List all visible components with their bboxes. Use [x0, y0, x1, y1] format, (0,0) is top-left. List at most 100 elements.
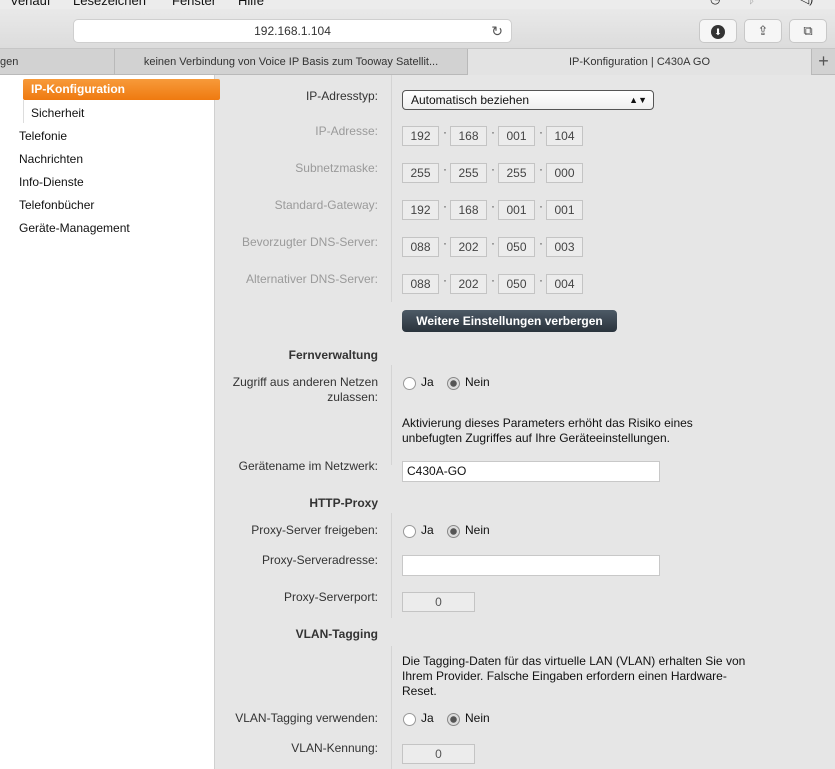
- dns2-octet-1: 088: [402, 274, 439, 294]
- tab-1[interactable]: gen: [0, 49, 115, 75]
- dns1-octet-1: 088: [402, 237, 439, 257]
- proxy-address-input[interactable]: [402, 555, 660, 576]
- nav-group-line: [23, 100, 24, 123]
- tab-bar: gen keinen Verbindung von Voice IP Basis…: [0, 49, 835, 75]
- sidebar-item-geraete-management[interactable]: Geräte-Management: [19, 221, 130, 235]
- ip-separator: ·: [539, 199, 543, 213]
- ip-address-octet-2: 168: [450, 126, 487, 146]
- page: IP-Konfiguration Sicherheit Telefonie Na…: [0, 75, 835, 769]
- ip-separator: ·: [491, 199, 495, 213]
- ip-separator: ·: [443, 236, 447, 250]
- proxy-enable-label: Proxy-Server freigeben:: [251, 523, 378, 537]
- reload-icon[interactable]: ↻: [491, 20, 503, 42]
- sidebar-item-telefonbuecher[interactable]: Telefonbücher: [19, 198, 94, 212]
- vlan-id-input[interactable]: 0: [402, 744, 475, 764]
- ip-separator: ·: [539, 125, 543, 139]
- proxy-port-label: Proxy-Serverport:: [283, 590, 378, 604]
- subnet-octet-3: 255: [498, 163, 535, 183]
- ip-separator: ·: [491, 125, 495, 139]
- dns1-octet-3: 050: [498, 237, 535, 257]
- ip-address-octet-3: 001: [498, 126, 535, 146]
- section-vlan-tagging: VLAN-Tagging: [295, 627, 378, 641]
- address-text: 192.168.1.104: [254, 24, 331, 38]
- sidebar-item-ip-konfiguration[interactable]: IP-Konfiguration: [23, 79, 220, 100]
- ip-type-value: Automatisch beziehen: [411, 93, 530, 107]
- section-http-proxy: HTTP-Proxy: [309, 496, 378, 510]
- device-name-label: Gerätename im Netzwerk:: [238, 459, 378, 473]
- proxy-address-label: Proxy-Serveradresse:: [261, 553, 378, 567]
- wifi-icon[interactable]: ◠: [770, 0, 780, 6]
- show-tabs-button[interactable]: ⧉: [789, 19, 827, 43]
- share-button[interactable]: ⇪: [744, 19, 782, 43]
- sidebar-item-info-dienste[interactable]: Info-Dienste: [19, 175, 84, 189]
- address-bar[interactable]: 192.168.1.104 ↻: [73, 19, 512, 43]
- gateway-label: Standard-Gateway:: [274, 198, 378, 212]
- time-machine-icon[interactable]: ◷: [710, 0, 720, 6]
- sidebar: IP-Konfiguration Sicherheit Telefonie Na…: [0, 75, 220, 769]
- proxy-yes-radio[interactable]: [403, 525, 416, 538]
- ip-separator: ·: [539, 162, 543, 176]
- proxy-no-radio[interactable]: [447, 525, 460, 538]
- download-icon: ⬇: [711, 24, 725, 39]
- device-name-input[interactable]: C430A-GO: [402, 461, 660, 482]
- dns2-octet-2: 202: [450, 274, 487, 294]
- proxy-yes-label: Ja: [421, 523, 434, 537]
- remote-access-note: Aktivierung dieses Parameters erhöht das…: [402, 416, 693, 445]
- vlan-yes-radio[interactable]: [403, 713, 416, 726]
- tabs-overview-icon: ⧉: [803, 23, 813, 38]
- dns2-octet-4: 004: [546, 274, 583, 294]
- dns1-label: Bevorzugter DNS-Server:: [241, 235, 378, 249]
- proxy-port-input[interactable]: 0: [402, 592, 475, 612]
- dns1-octet-4: 003: [546, 237, 583, 257]
- browser-toolbar: 192.168.1.104 ↻ ⬇ ⇪ ⧉: [0, 9, 835, 49]
- remote-access-yes-radio[interactable]: [403, 377, 416, 390]
- menu-lesezeichen[interactable]: Lesezeichen: [73, 0, 146, 8]
- ip-separator: ·: [539, 273, 543, 287]
- vlan-id-label: VLAN-Kennung:: [291, 741, 378, 755]
- remote-access-no-radio[interactable]: [447, 377, 460, 390]
- ip-address-octet-1: 192: [402, 126, 439, 146]
- bluetooth-icon[interactable]: ᛒ: [748, 0, 755, 6]
- sidebar-item-nachrichten[interactable]: Nachrichten: [19, 152, 83, 166]
- menu-verlauf[interactable]: Verlauf: [10, 0, 50, 8]
- vlan-no-label: Nein: [465, 711, 490, 725]
- select-arrows-icon: ▲▼: [629, 95, 647, 105]
- hide-more-settings-button[interactable]: Weitere Einstellungen verbergen: [402, 310, 617, 332]
- menu-fenster[interactable]: Fenster: [172, 0, 216, 8]
- remote-access-label: Zugriff aus anderen Netzen zulassen:: [233, 375, 378, 405]
- divider: [391, 513, 392, 618]
- new-tab-button[interactable]: +: [812, 49, 835, 75]
- tab-2[interactable]: keinen Verbindung von Voice IP Basis zum…: [115, 49, 468, 75]
- subnet-octet-1: 255: [402, 163, 439, 183]
- dns1-octet-2: 202: [450, 237, 487, 257]
- divider: [391, 365, 392, 465]
- ip-separator: ·: [443, 273, 447, 287]
- ip-separator: ·: [491, 273, 495, 287]
- remote-access-yes-label: Ja: [421, 375, 434, 389]
- vlan-use-label: VLAN-Tagging verwenden:: [235, 711, 378, 725]
- vlan-no-radio[interactable]: [447, 713, 460, 726]
- vlan-note: Die Tagging-Daten für das virtuelle LAN …: [402, 654, 746, 698]
- ip-separator: ·: [491, 162, 495, 176]
- ip-address-octet-4: 104: [546, 126, 583, 146]
- gateway-octet-4: 001: [546, 200, 583, 220]
- sidebar-item-sicherheit[interactable]: Sicherheit: [31, 106, 84, 120]
- volume-icon[interactable]: ◁): [800, 0, 813, 6]
- share-icon: ⇪: [757, 23, 769, 38]
- proxy-no-label: Nein: [465, 523, 490, 537]
- subnet-label: Subnetzmaske:: [295, 161, 378, 175]
- remote-access-label-line-1: Zugriff aus anderen Netzen: [232, 375, 378, 389]
- downloads-button[interactable]: ⬇: [699, 19, 737, 43]
- subnet-octet-2: 255: [450, 163, 487, 183]
- gateway-octet-1: 192: [402, 200, 439, 220]
- ip-separator: ·: [491, 236, 495, 250]
- dns2-label: Alternativer DNS-Server:: [245, 272, 378, 286]
- sidebar-item-telefonie[interactable]: Telefonie: [19, 129, 67, 143]
- ip-separator: ·: [443, 125, 447, 139]
- remote-access-label-line-2: zulassen:: [327, 390, 378, 404]
- ip-type-select[interactable]: Automatisch beziehen ▲▼: [402, 90, 654, 110]
- tab-active[interactable]: IP-Konfiguration | C430A GO: [468, 49, 812, 75]
- section-fernverwaltung: Fernverwaltung: [288, 348, 378, 362]
- menu-hilfe[interactable]: Hilfe: [238, 0, 264, 8]
- ip-address-label: IP-Adresse:: [315, 124, 378, 138]
